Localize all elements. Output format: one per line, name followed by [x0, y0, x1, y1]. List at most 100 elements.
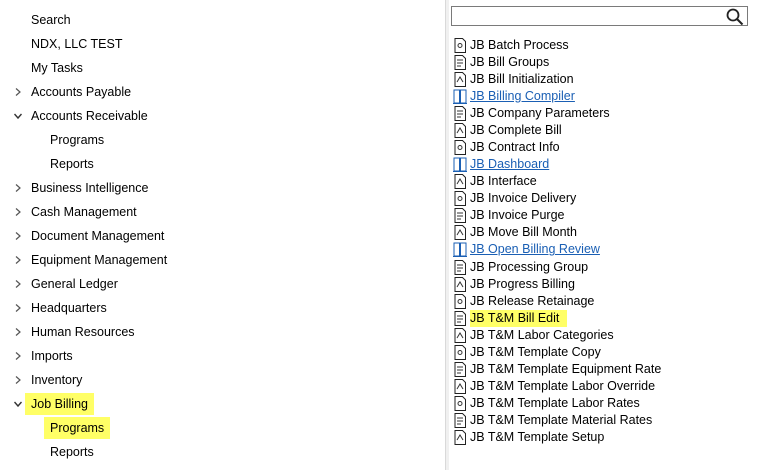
nav-tree-item[interactable]: My Tasks — [0, 57, 440, 79]
nav-tree-item-label: Programs — [50, 133, 105, 147]
nav-tree-item[interactable]: Human Resources — [0, 321, 440, 343]
program-item-label: JB Processing Group — [470, 259, 589, 274]
program-link-item[interactable]: JB Open Billing Review — [453, 241, 763, 258]
nav-tree-item[interactable]: Programs — [0, 417, 440, 439]
nav-tree-item-label: Human Resources — [31, 325, 135, 339]
program-item[interactable]: JB T&M Template Copy — [453, 344, 763, 361]
nav-tree-item[interactable]: Reports — [0, 441, 440, 463]
program-item[interactable]: JB Move Bill Month — [453, 224, 763, 241]
program-item-label: JB Company Parameters — [470, 106, 610, 121]
chevron-right-icon[interactable] — [12, 273, 24, 295]
program-item[interactable]: JB Interface — [453, 173, 763, 190]
program-item[interactable]: JB T&M Template Labor Rates — [453, 395, 763, 412]
nav-tree-item-label: Equipment Management — [31, 253, 168, 267]
program-link-item[interactable]: JB Billing Compiler — [453, 88, 763, 105]
nav-tree-item-label: Job Billing — [25, 393, 94, 415]
nav-tree-item-label: Imports — [31, 349, 73, 363]
program-item-label[interactable]: JB Open Billing Review — [470, 241, 600, 258]
program-item-label: JB Move Bill Month — [470, 225, 577, 240]
nav-tree-item-label: My Tasks — [31, 61, 83, 75]
program-item-label: JB T&M Bill Edit — [470, 309, 568, 327]
navigation-tree: Search NDX, LLC TEST My Tasks Accounts Paya… — [0, 0, 446, 470]
program-item[interactable]: JB Processing Group — [453, 259, 763, 276]
chevron-right-icon[interactable] — [12, 321, 24, 343]
chevron-right-icon[interactable] — [12, 177, 24, 199]
program-item-label: JB T&M Labor Categories — [470, 327, 614, 342]
program-item-label[interactable]: JB Billing Compiler — [470, 88, 575, 105]
nav-tree-item[interactable]: Search — [0, 9, 440, 31]
nav-tree-item[interactable]: Accounts Receivable — [0, 105, 440, 127]
nav-tree-item[interactable]: Inventory — [0, 369, 440, 391]
program-item-label: JB Bill Groups — [470, 55, 550, 70]
chevron-right-icon[interactable] — [12, 225, 24, 247]
nav-tree-item[interactable]: Imports — [0, 345, 440, 367]
nav-tree-item-label: General Ledger — [31, 277, 118, 291]
program-item[interactable]: JB Contract Info — [453, 139, 763, 156]
program-item[interactable]: JB T&M Template Equipment Rate — [453, 361, 763, 378]
program-item[interactable]: JB Release Retainage — [453, 293, 763, 310]
chevron-right-icon[interactable] — [12, 201, 24, 223]
program-item[interactable]: JB Batch Process — [453, 37, 763, 54]
program-item-label: JB Complete Bill — [470, 123, 562, 138]
chevron-down-icon[interactable] — [12, 105, 24, 127]
program-item[interactable]: JB Invoice Purge — [453, 207, 763, 224]
program-item[interactable]: JB Complete Bill — [453, 122, 763, 139]
program-item-label: JB T&M Template Labor Override — [470, 378, 656, 393]
program-item[interactable]: JB T&M Template Labor Override — [453, 378, 763, 395]
program-item-label: JB Batch Process — [470, 38, 569, 52]
program-item-label: JB Interface — [470, 174, 537, 189]
program-item[interactable]: JB Company Parameters — [453, 105, 763, 122]
program-item-label: JB Release Retainage — [470, 293, 595, 308]
chevron-right-icon[interactable] — [12, 81, 24, 103]
program-item-label: JB T&M Template Equipment Rate — [470, 361, 662, 376]
nav-tree-item[interactable]: Accounts Payable — [0, 81, 440, 103]
program-item-label: JB T&M Template Labor Rates — [470, 395, 640, 410]
nav-tree-item[interactable]: Reports — [0, 153, 440, 175]
program-item-label: JB Invoice Purge — [470, 208, 565, 223]
program-item-label: JB Progress Billing — [470, 276, 575, 291]
chevron-right-icon[interactable] — [12, 345, 24, 367]
search-icon[interactable] — [726, 8, 744, 26]
chevron-right-icon[interactable] — [12, 369, 24, 391]
nav-tree-item-label: Search — [31, 13, 71, 27]
program-item-label: JB Invoice Delivery — [470, 191, 577, 206]
program-item[interactable]: JB Bill Initialization — [453, 71, 763, 88]
nav-tree-item[interactable]: NDX, LLC TEST — [0, 33, 440, 55]
program-item[interactable]: JB Invoice Delivery — [453, 190, 763, 207]
program-link-item[interactable]: JB Dashboard — [453, 156, 763, 173]
nav-tree-item-label: Accounts Payable — [31, 85, 132, 99]
nav-tree-item-label: Programs — [44, 417, 111, 439]
program-item[interactable]: JB T&M Template Setup — [453, 429, 763, 446]
program-item-label: JB Contract Info — [470, 140, 560, 155]
nav-tree-item[interactable]: Headquarters — [0, 297, 440, 319]
program-item-label: JB T&M Template Setup — [470, 429, 605, 444]
nav-tree-item[interactable]: General Ledger — [0, 273, 440, 295]
chevron-right-icon[interactable] — [12, 297, 24, 319]
search-input[interactable] — [451, 6, 748, 26]
nav-tree-item[interactable]: Job Billing — [0, 393, 440, 415]
nav-tree-item-label: Headquarters — [31, 301, 107, 315]
chevron-right-icon[interactable] — [12, 249, 24, 271]
nav-tree-item[interactable]: Document Management — [0, 225, 440, 247]
program-item[interactable]: JB Bill Groups — [453, 54, 763, 71]
program-item[interactable]: JB T&M Bill Edit — [453, 309, 763, 327]
nav-tree-item-label: Business Intelligence — [31, 181, 149, 195]
programs-pane: JB Batch Process JB Bill Groups JB Bill In… — [449, 0, 774, 470]
nav-tree-item-label: Document Management — [31, 229, 165, 243]
program-item[interactable]: JB T&M Template Material Rates — [453, 412, 763, 429]
program-item-label[interactable]: JB Dashboard — [470, 156, 549, 173]
nav-tree-item-label: Reports — [50, 445, 94, 459]
program-item-label: JB Bill Initialization — [470, 72, 574, 87]
program-item[interactable]: JB Progress Billing — [453, 276, 763, 293]
nav-tree-item-label: Accounts Receivable — [31, 109, 148, 123]
nav-tree-item-label: Inventory — [31, 373, 83, 387]
nav-tree-item[interactable]: Business Intelligence — [0, 177, 440, 199]
nav-tree-item[interactable]: Cash Management — [0, 201, 440, 223]
chevron-down-icon[interactable] — [12, 393, 24, 415]
program-item[interactable]: JB T&M Labor Categories — [453, 327, 763, 344]
program-item-label: JB T&M Template Copy — [470, 344, 601, 359]
nav-tree-item-label: Cash Management — [31, 205, 137, 219]
program-item-label: JB T&M Template Material Rates — [470, 412, 653, 427]
nav-tree-item[interactable]: Equipment Management — [0, 249, 440, 271]
nav-tree-item[interactable]: Programs — [0, 129, 440, 151]
